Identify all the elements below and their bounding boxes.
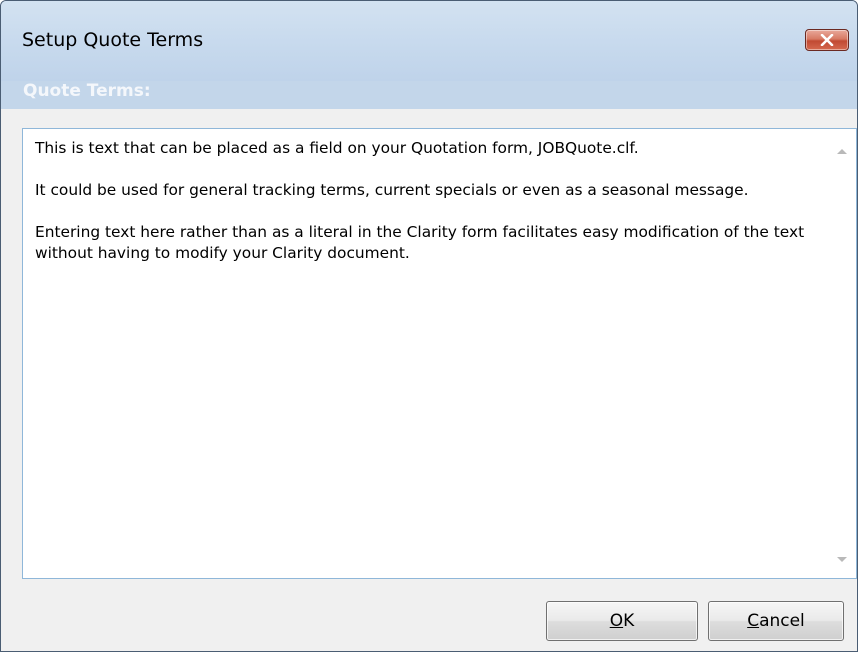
quote-terms-textarea[interactable]: This is text that can be placed as a fie… bbox=[22, 128, 857, 579]
quote-terms-text: This is text that can be placed as a fie… bbox=[35, 138, 825, 285]
ok-button-accelerator: O bbox=[609, 611, 624, 631]
quote-terms-label: Quote Terms: bbox=[23, 81, 151, 101]
ok-button[interactable]: OK bbox=[546, 601, 698, 641]
close-button[interactable] bbox=[805, 29, 849, 51]
scroll-up-arrow-icon[interactable] bbox=[837, 149, 847, 154]
terms-paragraph-2: It could be used for general tracking te… bbox=[35, 181, 749, 199]
vertical-scrollbar[interactable] bbox=[829, 129, 856, 578]
ok-button-label: K bbox=[623, 611, 635, 631]
scroll-down-arrow-icon[interactable] bbox=[837, 557, 847, 562]
close-icon bbox=[820, 34, 834, 46]
cancel-button-label: ancel bbox=[759, 611, 805, 631]
dialog-title: Setup Quote Terms bbox=[22, 29, 204, 51]
setup-quote-terms-dialog: Setup Quote Terms Quote Terms: This is t… bbox=[0, 0, 858, 652]
cancel-button-accelerator: C bbox=[747, 611, 760, 631]
terms-paragraph-1: This is text that can be placed as a fie… bbox=[35, 139, 639, 157]
cancel-button[interactable]: Cancel bbox=[708, 601, 844, 641]
terms-paragraph-3: Entering text here rather than as a lite… bbox=[35, 223, 805, 262]
title-bar[interactable]: Setup Quote Terms Quote Terms: bbox=[1, 1, 857, 101]
